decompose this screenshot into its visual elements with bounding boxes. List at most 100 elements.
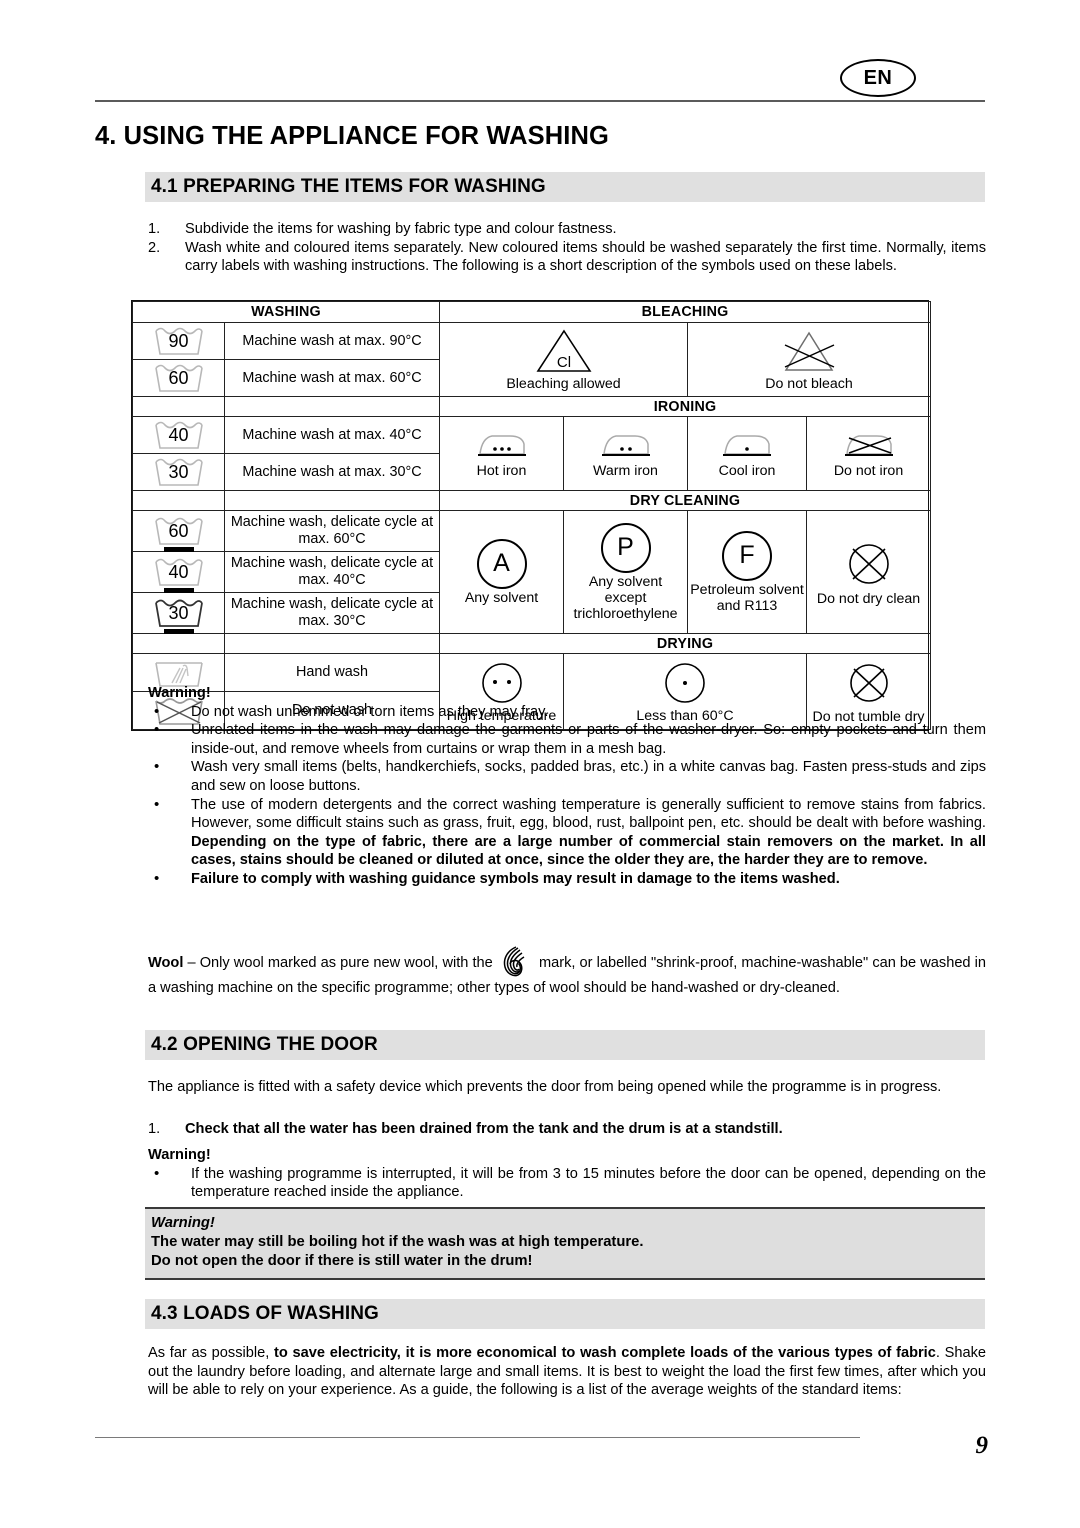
language-badge: EN [840, 59, 916, 97]
section-4-2-step: 1. Check that all the water has been dra… [148, 1120, 986, 1139]
bullet-marker: • [154, 702, 160, 720]
list-item-text: If the washing programme is interrupted,… [191, 1165, 986, 1201]
list-item-number: 1. [148, 1121, 161, 1137]
washtub-30-icon: 30 [132, 453, 225, 491]
triangle-cl-icon: Cl [536, 329, 591, 372]
washtub-temperature: 40 [168, 425, 189, 445]
list-item: • Do not wash unhemmed or torn items as … [148, 703, 986, 722]
bullet-marker: • [154, 1164, 160, 1182]
symbol-description: Machine wash at max. 40°C [224, 416, 440, 454]
chapter-title: 4. USING THE APPLIANCE FOR WASHING [95, 122, 609, 150]
do-not-bleach-cell: Do not bleach [686, 322, 932, 397]
empty-cell [132, 633, 225, 654]
do-not-dry-clean-cell: Do not dry clean [805, 510, 932, 634]
washtub-temperature: 30 [168, 603, 189, 623]
iron-3dots-icon [477, 435, 526, 456]
bullet-marker: • [154, 795, 160, 813]
washtub-40-delicate-icon: 40 [132, 551, 225, 593]
washtub-temperature: 60 [168, 521, 189, 541]
washtub-temperature: 40 [168, 562, 189, 582]
list-item: • The use of modern detergents and the c… [148, 796, 986, 870]
triangle-crossed-icon [784, 331, 835, 371]
empty-cell [132, 396, 225, 417]
symbol-description: Machine wash, delicate cycle at max. 60°… [224, 510, 440, 552]
warning-box-line-2: Do not open the door if there is still w… [151, 1253, 533, 1269]
bold-part: Check that all the water has been draine… [185, 1121, 783, 1137]
normal-part: The use of modern detergents and the cor… [191, 796, 986, 832]
do-not-iron-cell: Do not iron [805, 416, 932, 491]
warning-box-line-1: The water may still be boiling hot if th… [151, 1234, 644, 1250]
list-item: • Failure to comply with washing guidanc… [148, 870, 986, 889]
wool-paragraph: Wool – Only wool marked as pure new wool… [148, 945, 986, 998]
cool-iron-label: Cool iron [718, 463, 776, 479]
bullet-marker: • [154, 721, 160, 739]
list-item-text: Unrelated items in the wash may damage t… [191, 722, 986, 757]
any-solvent-cell: A Any solvent [439, 510, 564, 634]
list-item-number: 2. [148, 239, 161, 256]
table-row: DRY CLEANING [132, 490, 932, 511]
circle-f-icon: F [722, 530, 772, 581]
symbol-description: Machine wash at max. 90°C [224, 322, 440, 360]
footer-rule [95, 1437, 860, 1438]
warning-title: Warning! [148, 685, 211, 701]
symbol-description: Machine wash, delicate cycle at max. 40°… [224, 551, 440, 593]
delicate-bar [163, 547, 194, 552]
list-item-text-mixed: The use of modern detergents and the cor… [191, 796, 986, 870]
section-4-3-paragraph: As far as possible, to save electricity,… [148, 1344, 986, 1400]
bullet-marker: • [154, 869, 160, 887]
circle-crossed-icon [848, 543, 889, 584]
washtub-40-icon: 40 [132, 416, 225, 454]
any-solvent-label: Any solvent [464, 589, 539, 606]
symbol-description: Machine wash at max. 60°C [224, 359, 440, 397]
section-heading-4-3-label: 4.3 LOADS OF WASHING [151, 1303, 379, 1324]
p-solvent-label: Any solvent except trichloroethylene [573, 573, 678, 622]
warning-callout-box: Warning! The water may still be boiling … [145, 1207, 985, 1280]
warm-iron-label: Warm iron [593, 463, 658, 479]
table-row: IRONING [132, 396, 932, 417]
category-washing: WASHING [132, 301, 440, 323]
cool-iron-cell: Cool iron [687, 416, 807, 491]
washtub-60-icon: 60 [132, 359, 225, 397]
woolmark-icon [499, 945, 533, 979]
section-heading-4-2: 4.2 OPENING THE DOOR [145, 1030, 985, 1060]
delicate-bar [163, 629, 194, 634]
washtub-60-delicate-icon: 60 [132, 510, 225, 552]
table-row: 90 Machine wash at max. 90°C Cl Bleachin… [132, 322, 932, 397]
washtub-90-icon: 90 [132, 322, 225, 360]
empty-cell [224, 633, 440, 654]
list-item-text: Wash very small items (belts, handkerchi… [191, 759, 986, 794]
iron-2dots-icon [601, 435, 650, 456]
category-bleaching: BLEACHING [438, 301, 932, 323]
hot-iron-cell: Hot iron [439, 416, 564, 491]
washtub-30-delicate-icon: 30 [132, 592, 225, 634]
header-rule [95, 100, 985, 102]
section-4-2-warning: Warning! • If the washing programme is i… [148, 1146, 986, 1202]
table-row: DRYING [132, 633, 932, 654]
symbol-description: Machine wash, delicate cycle at max. 30°… [224, 592, 440, 634]
do-not-bleach-label: Do not bleach [765, 376, 853, 392]
do-not-iron-label: Do not iron [833, 463, 904, 479]
bold-part: Failure to comply with washing guidance … [191, 870, 840, 887]
document-page: EN 4. USING THE APPLIANCE FOR WASHING 4.… [0, 0, 1080, 1528]
bullet-marker: • [154, 758, 160, 776]
section-heading-4-2-label: 4.2 OPENING THE DOOR [151, 1034, 378, 1055]
list-item: • Unrelated items in the wash may damage… [148, 721, 986, 758]
table-row: 60 Machine wash, delicate cycle at max. … [132, 510, 932, 634]
section-heading-4-1-label: 4.1 PREPARING THE ITEMS FOR WASHING [151, 176, 546, 197]
washtub-temperature: 30 [168, 462, 189, 482]
circle-a-icon: A [476, 538, 527, 589]
section-heading-4-3: 4.3 LOADS OF WASHING [145, 1299, 985, 1329]
iron-crossed-icon [844, 435, 893, 456]
washtub-temperature: 90 [168, 331, 189, 351]
section-heading-4-1: 4.1 PREPARING THE ITEMS FOR WASHING [145, 172, 985, 202]
do-not-dry-clean-label: Do not dry clean [816, 590, 921, 607]
bold-part: Depending on the type of fabric, there a… [191, 833, 986, 869]
list-item-text: Do not wash unhemmed or torn items as th… [191, 703, 549, 720]
washtub-temperature: 60 [168, 368, 189, 388]
bleaching-allowed-label: Bleaching allowed [506, 376, 621, 392]
warm-iron-cell: Warm iron [563, 416, 688, 491]
list-item: • If the washing programme is interrupte… [148, 1165, 986, 1202]
warning-title: Warning! [148, 1147, 211, 1163]
warning-block-4-1: Warning! • Do not wash unhemmed or torn … [148, 684, 986, 889]
empty-cell [132, 490, 225, 511]
